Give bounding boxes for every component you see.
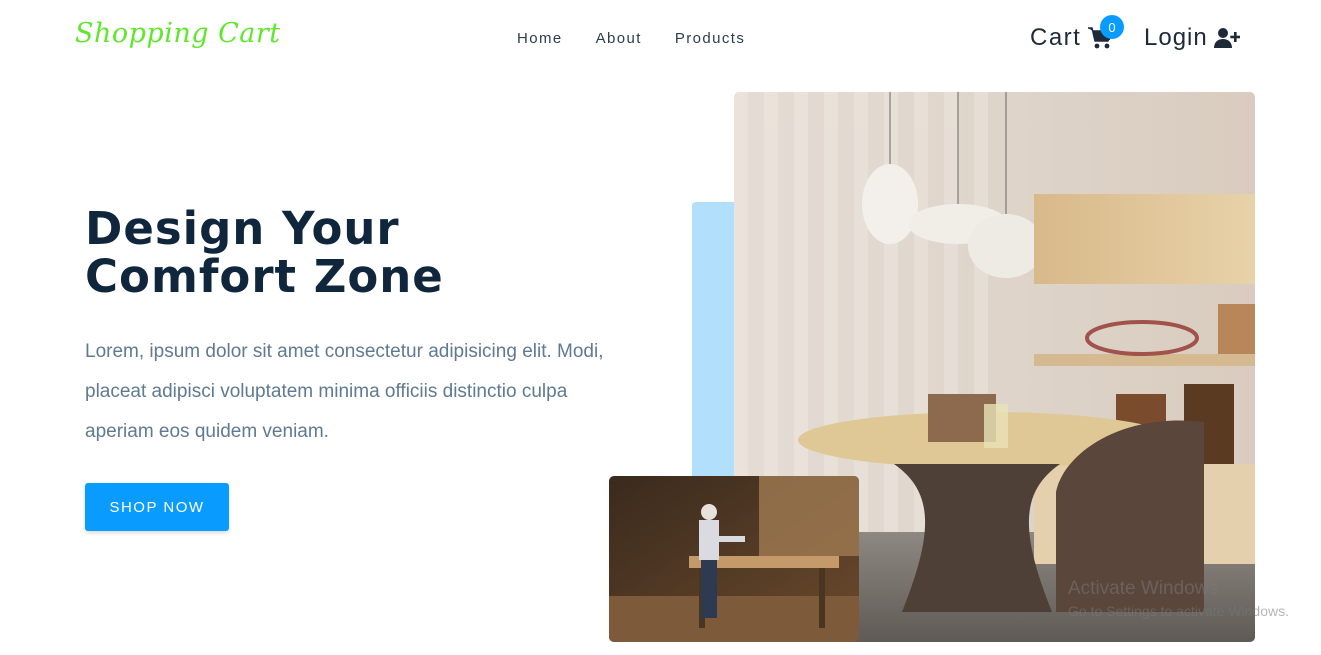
hero-description: Lorem, ipsum dolor sit amet consectetur … xyxy=(85,341,604,442)
shop-now-button[interactable]: SHOP NOW xyxy=(85,483,229,531)
brand-logo[interactable]: Shopping Cart xyxy=(75,18,281,49)
nav-home-link[interactable]: Home xyxy=(517,30,563,47)
nav-about-link[interactable]: About xyxy=(596,30,642,47)
nav-products-link[interactable]: Products xyxy=(675,30,745,47)
main-nav: Home About Products xyxy=(517,30,745,47)
windows-activation-watermark: Activate Windows Go to Settings to activ… xyxy=(1068,578,1289,619)
hero-title-line2: Comfort Zone xyxy=(85,250,444,303)
watermark-title: Activate Windows xyxy=(1068,578,1218,599)
hero-title: Design Your Comfort Zone xyxy=(85,205,444,301)
carpenter-workshop-image xyxy=(609,476,859,642)
login-label: Login xyxy=(1144,24,1208,51)
hero-title-line1: Design Your xyxy=(85,202,400,255)
user-plus-icon xyxy=(1213,28,1240,48)
cart-button[interactable]: Cart 0 xyxy=(1030,15,1124,52)
login-button[interactable]: Login xyxy=(1144,24,1240,52)
cart-label: Cart xyxy=(1030,24,1082,51)
cart-count-badge: 0 xyxy=(1100,15,1124,39)
watermark-subtitle: Go to Settings to activate Windows. xyxy=(1068,603,1289,619)
